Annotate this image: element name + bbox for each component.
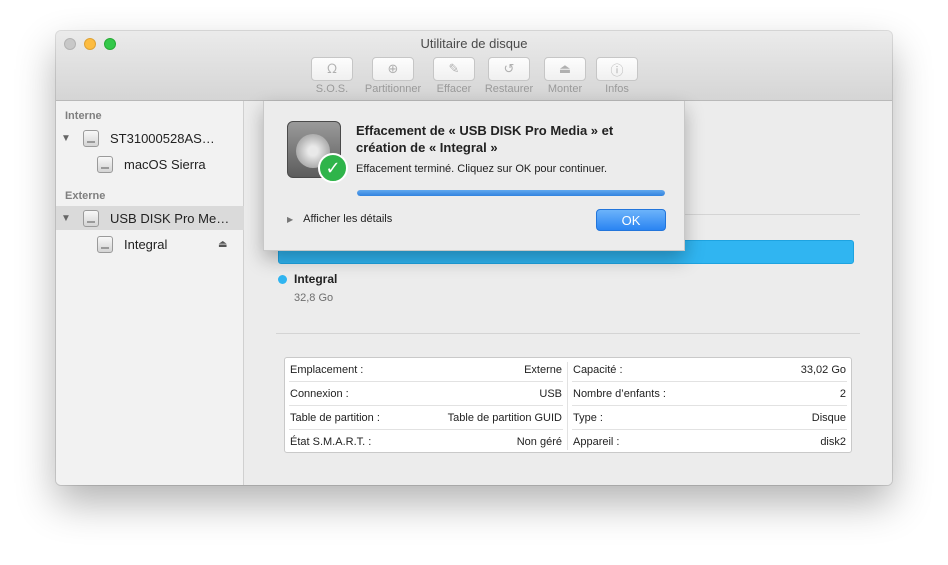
disclosure-triangle-icon[interactable]: ▼ xyxy=(61,213,71,224)
info-value: USB xyxy=(539,388,562,400)
erase-label: Effacer xyxy=(436,83,472,95)
info-row: Appareil : disk2 xyxy=(568,430,851,454)
show-details-label: Afficher les détails xyxy=(303,213,393,225)
show-details-toggle[interactable]: ▶ Afficher les détails xyxy=(287,213,392,225)
sidebar-item-label: Integral xyxy=(124,236,168,252)
info-value: Table de partition GUID xyxy=(447,412,562,424)
info-value: Non géré xyxy=(516,436,562,448)
window-title: Utilitaire de disque xyxy=(420,36,528,51)
volume-size: 32,8 Go xyxy=(294,292,334,304)
restore-button[interactable]: ↺ Restaurer xyxy=(480,57,538,95)
external-section-header: Externe xyxy=(65,190,106,202)
info-icon: ⓘ xyxy=(596,57,638,81)
partition-label: Partitionner xyxy=(364,83,422,95)
info-key: Appareil : xyxy=(573,436,620,448)
info-row: État S.M.A.R.T. : Non géré xyxy=(285,430,567,454)
restore-icon: ↺ xyxy=(488,57,530,81)
erase-progress-bar xyxy=(357,190,665,196)
restore-label: Restaurer xyxy=(484,83,534,95)
disk-info-table: Emplacement : Externe Connexion : USB Ta… xyxy=(284,357,852,453)
info-button[interactable]: ⓘ Infos xyxy=(594,57,640,95)
info-row: Connexion : USB xyxy=(285,382,567,406)
info-label: Infos xyxy=(605,83,629,95)
info-key: État S.M.A.R.T. : xyxy=(290,436,372,448)
info-key: Emplacement : xyxy=(290,364,364,376)
progress-fill xyxy=(357,190,665,196)
info-key: Capacité : xyxy=(573,364,623,376)
volume-icon xyxy=(97,155,113,173)
sidebar: Interne ▼ ST31000528AS… macOS Sierra Ext… xyxy=(56,101,244,485)
sidebar-item-integral[interactable]: Integral ⏏ xyxy=(56,232,244,256)
info-key: Connexion : xyxy=(290,388,349,400)
dialog-title: Effacement de « USB DISK Pro Media » et … xyxy=(356,123,614,155)
erase-button[interactable]: ✎ Effacer xyxy=(432,57,476,95)
sidebar-item-label: USB DISK Pro Me… xyxy=(110,210,230,226)
erase-complete-sheet: ✓ Effacement de « USB DISK Pro Media » e… xyxy=(263,101,685,251)
mount-icon: ⏏ xyxy=(544,57,586,81)
sidebar-item-usb-disk[interactable]: ▼ USB DISK Pro Me… xyxy=(56,206,244,230)
ok-button[interactable]: OK xyxy=(596,209,666,231)
checkmark-icon: ✓ xyxy=(318,153,348,183)
sidebar-item-macos-sierra[interactable]: macOS Sierra xyxy=(56,152,244,176)
volume-name: Integral xyxy=(294,272,338,286)
disclosure-triangle-icon[interactable]: ▼ xyxy=(61,133,71,144)
volume-icon xyxy=(97,235,113,253)
info-value: Disque xyxy=(811,412,846,424)
info-row: Nombre d’enfants : 2 xyxy=(568,382,851,406)
info-value: disk2 xyxy=(820,436,846,448)
info-value: 33,02 Go xyxy=(800,364,846,376)
info-row: Table de partition : Table de partition … xyxy=(285,406,567,430)
external-disk-icon xyxy=(83,209,99,227)
volume-color-dot xyxy=(278,275,287,284)
internal-disk-icon xyxy=(83,129,99,147)
divider xyxy=(276,333,860,334)
erase-icon: ✎ xyxy=(433,57,475,81)
info-key: Table de partition : xyxy=(290,412,380,424)
stethoscope-icon: ᘯ xyxy=(311,57,353,81)
disclosure-arrow-icon: ▶ xyxy=(287,214,294,224)
internal-section-header: Interne xyxy=(65,110,102,122)
sidebar-item-label: macOS Sierra xyxy=(124,156,206,172)
eject-icon[interactable]: ⏏ xyxy=(218,239,227,250)
info-key: Type : xyxy=(573,412,603,424)
info-row: Capacité : 33,02 Go xyxy=(568,358,851,382)
mount-label: Monter xyxy=(547,83,583,95)
sidebar-item-label: ST31000528AS… xyxy=(110,130,215,146)
partition-button[interactable]: ⊕ Partitionner xyxy=(358,57,428,95)
title-bar: Utilitaire de disque ᘯ S.O.S. ⊕ Partitio… xyxy=(56,31,892,101)
sidebar-item-internal-disk[interactable]: ▼ ST31000528AS… xyxy=(56,126,244,150)
mount-button[interactable]: ⏏ Monter xyxy=(542,57,588,95)
info-row: Type : Disque xyxy=(568,406,851,430)
first-aid-label: S.O.S. xyxy=(315,83,349,95)
dialog-message: Effacement terminé. Cliquez sur OK pour … xyxy=(356,163,608,175)
info-value: 2 xyxy=(839,388,846,400)
first-aid-button[interactable]: ᘯ S.O.S. xyxy=(310,57,354,95)
info-row: Emplacement : Externe xyxy=(285,358,567,382)
disk-utility-window: Utilitaire de disque ᘯ S.O.S. ⊕ Partitio… xyxy=(56,31,892,485)
info-value: Externe xyxy=(524,364,562,376)
partition-icon: ⊕ xyxy=(372,57,414,81)
info-key: Nombre d’enfants : xyxy=(573,388,666,400)
